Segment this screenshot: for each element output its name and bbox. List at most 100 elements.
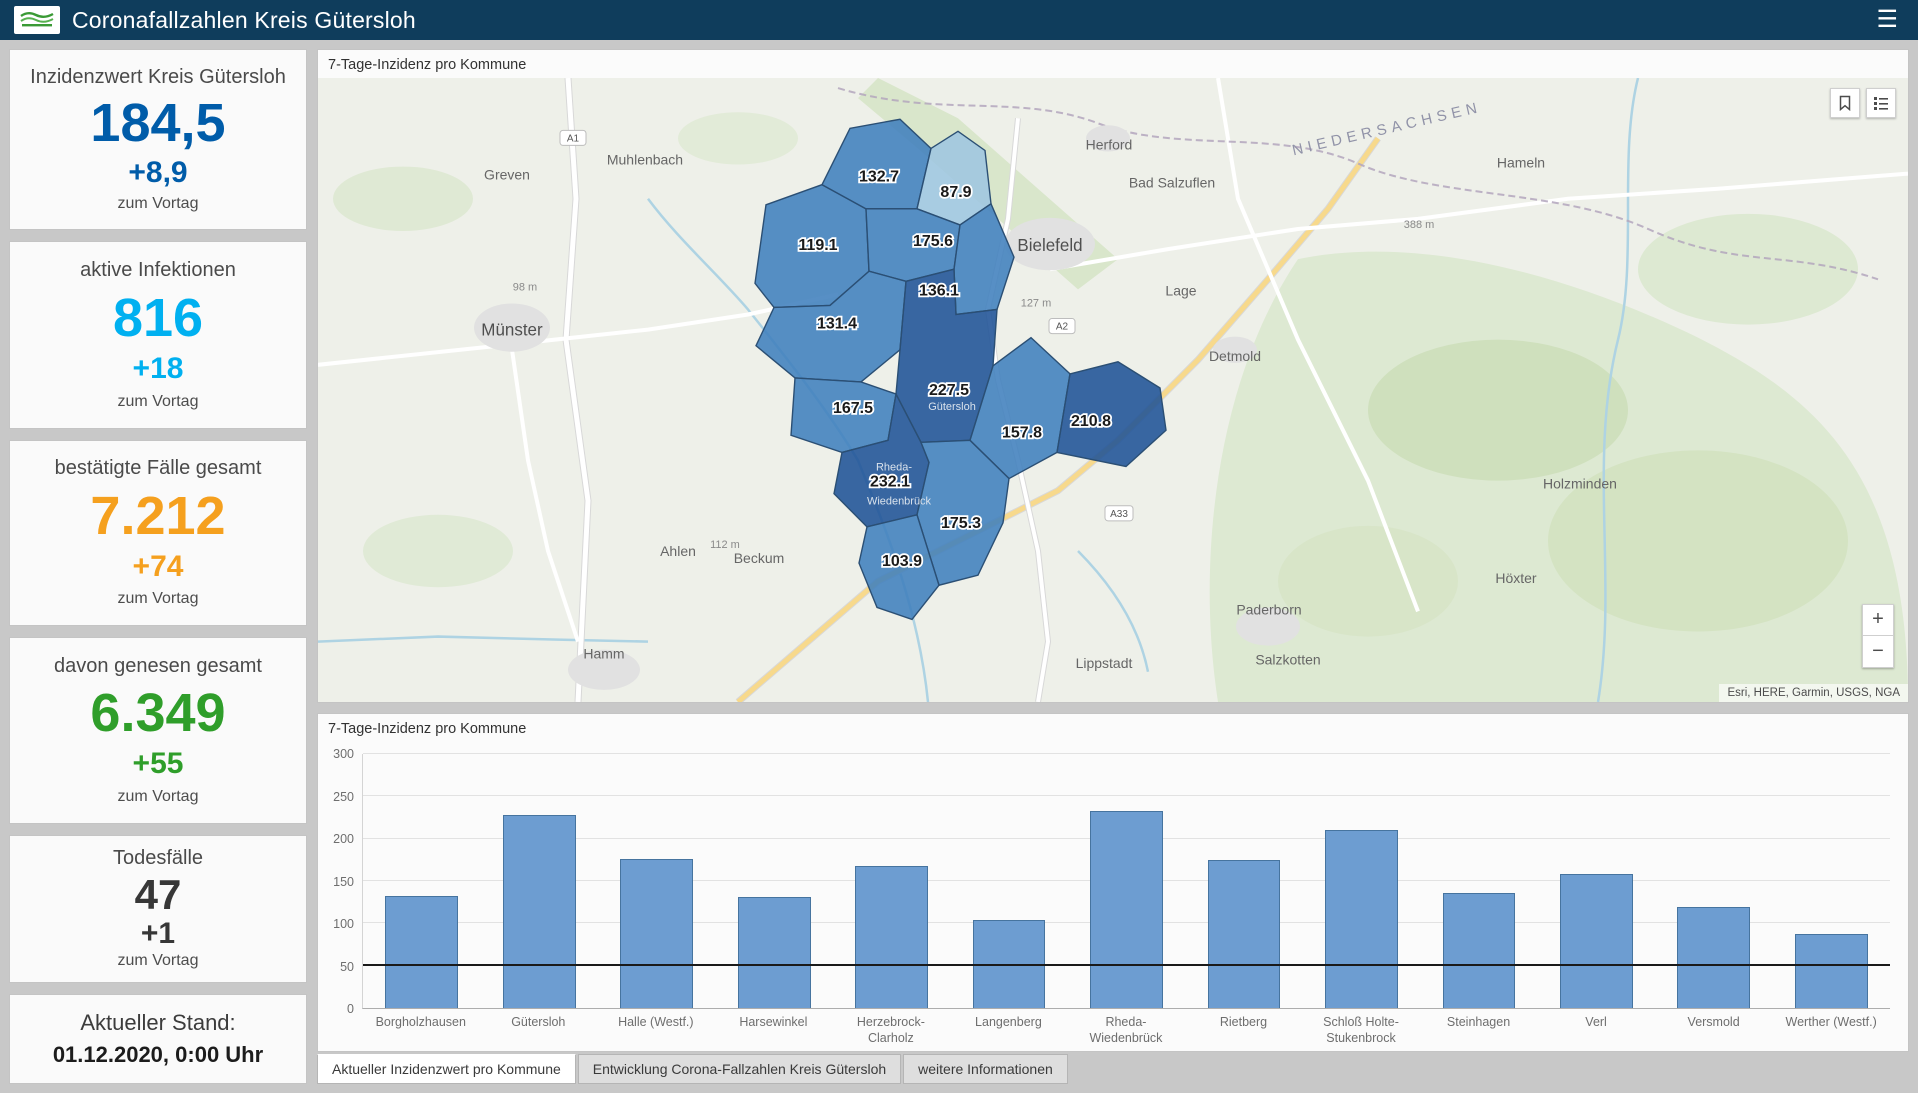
y-axis-tick-label: 300 (333, 747, 354, 761)
city-label: Greven (484, 167, 530, 183)
city-label: Hamm (583, 646, 624, 662)
card-value: 7.212 (90, 489, 225, 543)
city-label: Ahlen (660, 543, 696, 559)
city-label: Beckum (734, 550, 785, 566)
map-panel-title: 7-Tage-Inzidenz pro Kommune (318, 50, 1908, 78)
road-shield-a1: A1 (560, 130, 586, 145)
elevation-label: 388 m (1404, 219, 1435, 231)
plot-area (362, 754, 1890, 1009)
indicator-sidebar: Inzidenzwert Kreis Gütersloh 184,5 +8,9 … (9, 49, 307, 1084)
card-title: Inzidenzwert Kreis Gütersloh (30, 66, 286, 89)
bar-slot (833, 754, 950, 1008)
map-canvas[interactable]: Münster Bielefeld Herford Bad Salzuflen … (318, 78, 1908, 702)
city-label-on-map: Gütersloh (928, 401, 976, 413)
x-axis-label: Versmold (1655, 1015, 1773, 1047)
legend-icon[interactable] (1866, 88, 1896, 118)
y-axis: 050100150200250300 (324, 754, 362, 1009)
card-todesfaelle: Todesfälle 47 +1 zum Vortag (9, 835, 307, 983)
y-axis-tick-label: 250 (333, 790, 354, 804)
bar[interactable] (738, 897, 811, 1008)
bar[interactable] (855, 866, 928, 1008)
card-value: 184,5 (90, 96, 225, 150)
x-axis-label: Halle (Westf.) (597, 1015, 715, 1047)
bar-slot (363, 754, 480, 1008)
card-note: zum Vortag (118, 195, 199, 213)
svg-text:A33: A33 (1110, 509, 1128, 520)
bar-slot (480, 754, 597, 1008)
x-axis-label: Steinhagen (1420, 1015, 1538, 1047)
city-label: Höxter (1495, 570, 1537, 586)
x-axis-label: Gütersloh (480, 1015, 598, 1047)
card-title: aktive Infektionen (80, 259, 236, 282)
bar-slot (715, 754, 832, 1008)
bookmark-icon[interactable] (1830, 88, 1860, 118)
value-label-halle: 175.6 (913, 232, 953, 250)
city-label: Münster (481, 321, 543, 340)
bar[interactable] (1090, 811, 1163, 1008)
dashboard: Coronafallzahlen Kreis Gütersloh ☰ Inzid… (0, 0, 1918, 1093)
svg-text:A2: A2 (1056, 322, 1069, 333)
value-label-harsewinkel: 131.4 (817, 315, 857, 333)
value-label-langenberg: 103.9 (882, 552, 922, 570)
road-shield-a33: A33 (1105, 506, 1133, 521)
menu-icon[interactable]: ☰ (1870, 6, 1904, 34)
tab-entwicklung-fallzahlen[interactable]: Entwicklung Corona-Fallzahlen Kreis Güte… (578, 1054, 901, 1084)
card-note: zum Vortag (118, 590, 199, 608)
x-axis-label: Harsewinkel (715, 1015, 833, 1047)
y-axis-tick-label: 100 (333, 917, 354, 931)
card-aktueller-stand: Aktueller Stand: 01.12.2020, 0:00 Uhr (9, 994, 307, 1084)
card-delta: +8,9 (128, 158, 187, 188)
card-delta: +18 (133, 354, 184, 384)
city-label: Detmold (1209, 348, 1261, 364)
value-label-herzebrock-clarholz: 167.5 (833, 399, 873, 417)
bar[interactable] (1325, 830, 1398, 1008)
bar[interactable] (1795, 934, 1868, 1008)
bar[interactable] (503, 815, 576, 1008)
x-axis-label: Rheda-Wiedenbrück (1067, 1015, 1185, 1047)
card-value: 47 (135, 874, 182, 916)
bar[interactable] (1677, 907, 1750, 1008)
app-header: Coronafallzahlen Kreis Gütersloh ☰ (0, 0, 1918, 40)
kreis-guetersloh-logo (14, 6, 60, 34)
main-column: 7-Tage-Inzidenz pro Kommune (317, 49, 1909, 1084)
zoom-in-button[interactable]: + (1862, 604, 1894, 636)
y-axis-tick-label: 0 (347, 1002, 354, 1016)
tab-aktueller-inzidenzwert[interactable]: Aktueller Inzidenzwert pro Kommune (317, 1054, 576, 1084)
card-note: zum Vortag (118, 393, 199, 411)
bar[interactable] (1208, 860, 1281, 1008)
page-title: Coronafallzahlen Kreis Gütersloh (72, 7, 416, 34)
bar[interactable] (385, 896, 458, 1008)
bar-slot (1420, 754, 1537, 1008)
card-title: Todesfälle (113, 847, 203, 870)
logo-graphic (18, 9, 56, 31)
value-label-guetersloh: 227.5 (929, 381, 969, 399)
card-inzidenzwert: Inzidenzwert Kreis Gütersloh 184,5 +8,9 … (9, 49, 307, 230)
city-label: Holzminden (1543, 476, 1617, 492)
map-attribution: Esri, HERE, Garmin, USGS, NGA (1719, 684, 1908, 702)
status-value: 01.12.2020, 0:00 Uhr (53, 1042, 263, 1068)
map-container: Münster Bielefeld Herford Bad Salzuflen … (318, 78, 1908, 702)
bar-chart: 050100150200250300 BorgholzhausenGütersl… (318, 742, 1908, 1051)
value-label-rietberg: 175.3 (941, 514, 981, 532)
bar-slot (1538, 754, 1655, 1008)
x-axis-label: Schloß Holte-Stukenbrock (1302, 1015, 1420, 1047)
bar[interactable] (620, 859, 693, 1008)
bar[interactable] (1560, 874, 1633, 1008)
chart-panel-title: 7-Tage-Inzidenz pro Kommune (318, 714, 1908, 742)
card-note: zum Vortag (118, 788, 199, 806)
chart-panel: 7-Tage-Inzidenz pro Kommune 050100150200… (317, 713, 1909, 1052)
tab-weitere-informationen[interactable]: weitere Informationen (903, 1054, 1068, 1084)
bar-slot (1303, 754, 1420, 1008)
city-label: Bad Salzuflen (1129, 175, 1215, 191)
x-axis-label: Herzebrock-Clarholz (832, 1015, 950, 1047)
card-value: 6.349 (90, 686, 225, 740)
card-delta: +1 (141, 919, 175, 949)
road-shield-a2: A2 (1049, 319, 1075, 334)
x-axis-label: Borgholzhausen (362, 1015, 480, 1047)
zoom-out-button[interactable]: − (1862, 636, 1894, 668)
bar[interactable] (1443, 893, 1516, 1008)
card-bestaetigte-faelle: bestätigte Fälle gesamt 7.212 +74 zum Vo… (9, 440, 307, 626)
city-label: Paderborn (1236, 601, 1301, 617)
card-title: davon genesen gesamt (54, 655, 262, 678)
card-genesen: davon genesen gesamt 6.349 +55 zum Vorta… (9, 637, 307, 824)
